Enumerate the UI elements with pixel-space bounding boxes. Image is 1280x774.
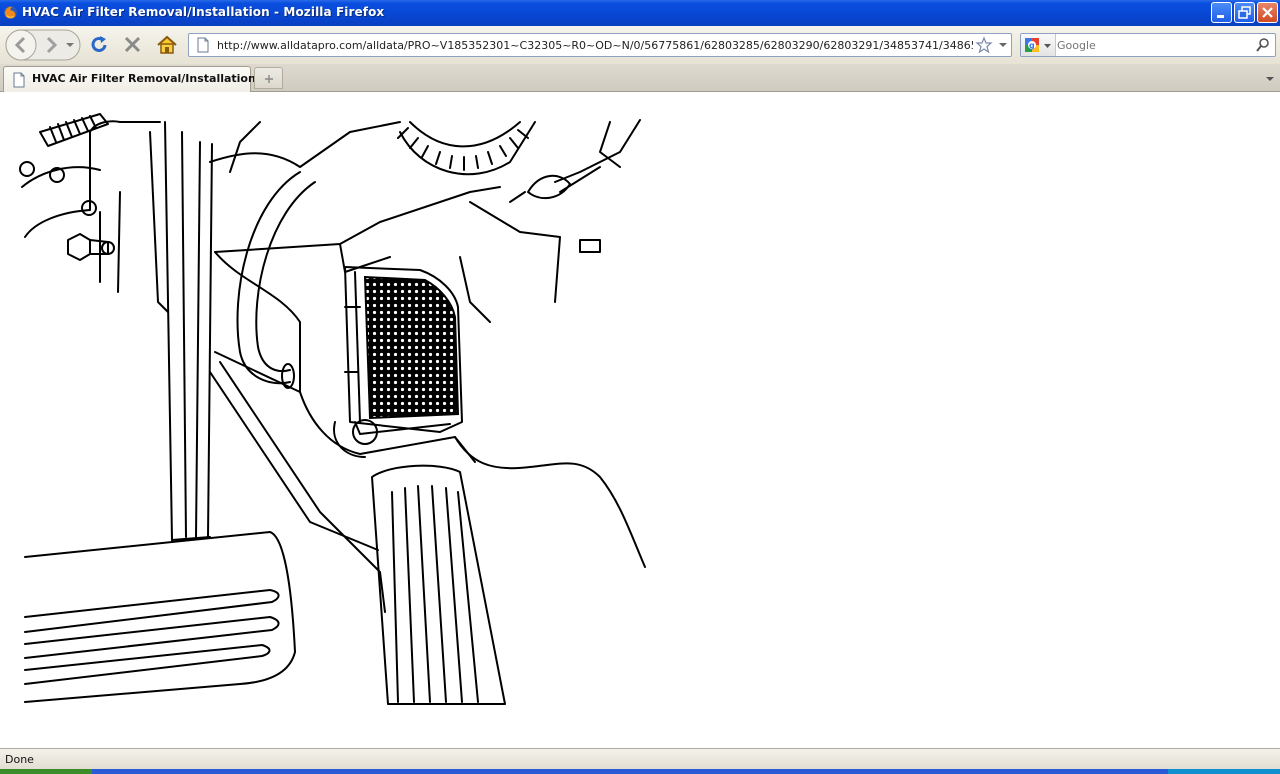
status-bar: Done (0, 748, 1280, 769)
page-icon (13, 72, 25, 88)
brake-pedal (24, 531, 296, 703)
filter-mesh (363, 275, 460, 420)
search-icon[interactable] (1255, 37, 1271, 53)
tab-hvac-air-filter[interactable]: HVAC Air Filter Removal/Installation (3, 66, 256, 92)
restore-button[interactable] (1234, 2, 1255, 23)
corrugated-hose (397, 121, 536, 176)
minimize-button[interactable] (1211, 2, 1232, 23)
status-text: Done (5, 753, 34, 766)
window-title: HVAC Air Filter Removal/Installation - M… (22, 5, 385, 19)
dropdown-icon[interactable] (64, 40, 76, 50)
taskbar-edge (0, 769, 1280, 774)
search-engine-button[interactable]: g (1021, 34, 1056, 56)
svg-text:g: g (1029, 41, 1035, 50)
close-button[interactable] (1257, 2, 1278, 23)
tab-list-button[interactable] (1262, 67, 1279, 89)
chevron-down-icon (1266, 77, 1274, 81)
threaded-stud (39, 113, 109, 147)
page-icon (197, 37, 209, 53)
back-icon[interactable] (5, 29, 37, 61)
stop-icon[interactable] (122, 34, 144, 56)
plus-icon (265, 75, 273, 83)
hvac-filter-diagram (19, 113, 646, 705)
google-icon: g (1025, 38, 1039, 52)
bookmark-star-icon[interactable] (975, 36, 993, 54)
engine-dropdown-icon (1044, 44, 1051, 48)
search-input[interactable] (1057, 37, 1253, 53)
tab-label: HVAC Air Filter Removal/Installation (32, 72, 256, 85)
tab-bar: HVAC Air Filter Removal/Installation (0, 64, 1280, 92)
minimize-icon (1217, 15, 1224, 18)
restore-icon (1238, 6, 1251, 19)
close-icon (1262, 7, 1273, 18)
firefox-icon (3, 5, 18, 20)
home-icon[interactable] (156, 34, 178, 56)
url-text[interactable]: http://www.alldatapro.com/alldata/PRO~V1… (217, 39, 973, 52)
url-dropdown-icon[interactable] (997, 40, 1009, 50)
bolt (67, 233, 115, 261)
accelerator-pedal (371, 464, 506, 705)
search-bar[interactable]: g (1020, 33, 1276, 57)
address-bar[interactable]: http://www.alldatapro.com/alldata/PRO~V1… (188, 33, 1012, 57)
forward-icon[interactable] (40, 34, 62, 56)
page-content (0, 92, 1280, 748)
new-tab-button[interactable] (254, 67, 283, 89)
reload-icon[interactable] (88, 34, 110, 56)
title-bar: HVAC Air Filter Removal/Installation - M… (0, 0, 1280, 26)
